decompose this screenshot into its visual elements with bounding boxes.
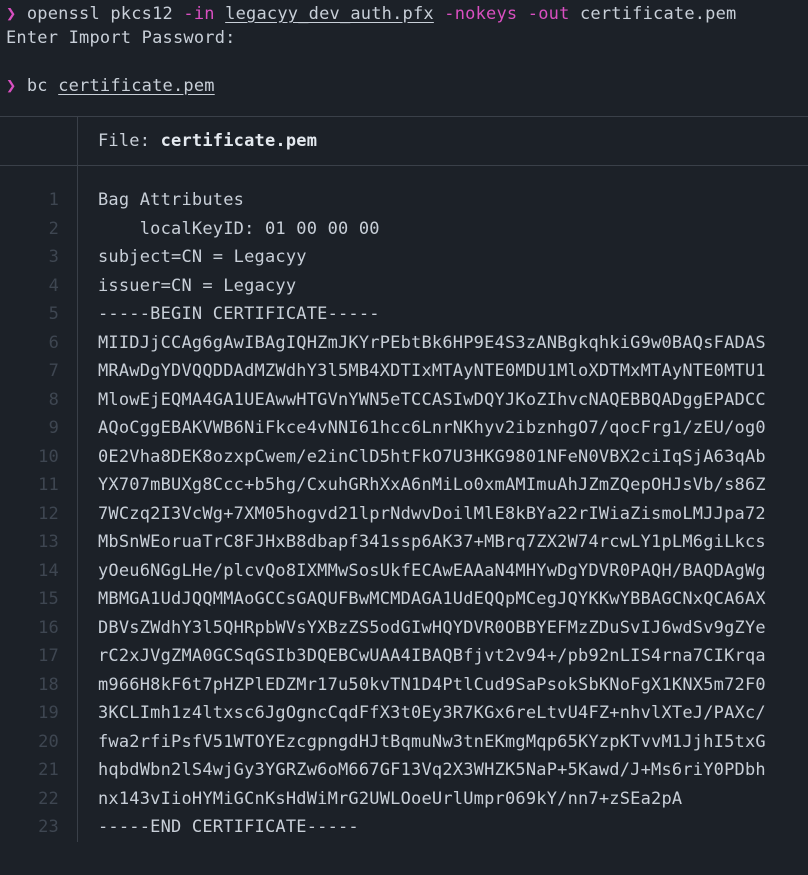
code-line: MbSnWEoruaTrC8FJHxB8dbapf341ssp6AK37+MBr…	[98, 528, 766, 557]
code-line: m966H8kF6t7pHZPlEDZMr17u50kvTN1D4PtlCud9…	[98, 671, 766, 700]
code-line: MIIDJjCCAg6gAwIBAgIQHZmJKYrPEbtBk6HP9E4S…	[98, 329, 766, 358]
code-line: Bag Attributes	[98, 186, 766, 215]
file-content: Bag Attributes localKeyID: 01 00 00 00 s…	[78, 166, 766, 842]
line-number: 20	[0, 728, 77, 757]
flag-nokeys: -nokeys	[444, 4, 517, 24]
code-line: 3KCLImh1z4ltxsc6JgOgncCqdFfX3t0Ey3R7KGx6…	[98, 699, 766, 728]
flag-in: -in	[183, 4, 214, 24]
code-line: DBVsZWdhY3l5QHRpbWVsYXBzZS5odGIwHQYDVR0O…	[98, 614, 766, 643]
line-number: 12	[0, 500, 77, 529]
file-name: certificate.pem	[161, 131, 318, 151]
arg-pem-file: certificate.pem	[58, 76, 215, 96]
code-line: issuer=CN = Legacyy	[98, 272, 766, 301]
code-line: MBMGA1UdJQQMMAoGCCsGAQUFBwMCMDAGA1UdEQQp…	[98, 585, 766, 614]
cmd-pkcs12: pkcs12	[110, 4, 173, 24]
openssl-password-prompt: Enter Import Password:	[6, 26, 802, 50]
command-line-2: ❯ bc certificate.pem	[6, 74, 802, 98]
line-number: 14	[0, 557, 77, 586]
line-number: 5	[0, 300, 77, 329]
line-number: 22	[0, 785, 77, 814]
line-number: 6	[0, 329, 77, 358]
line-number: 9	[0, 414, 77, 443]
line-number: 16	[0, 614, 77, 643]
line-number: 15	[0, 585, 77, 614]
code-line: 0E2Vha8DEK8ozxpCwem/e2inClD5htFkO7U3HKG9…	[98, 443, 766, 472]
line-number: 19	[0, 699, 77, 728]
cmd-openssl: openssl	[27, 4, 100, 24]
code-line: nx143vIioHYMiGCnKsHdWiMrG2UWLOoeUrlUmpr0…	[98, 785, 766, 814]
code-line: localKeyID: 01 00 00 00	[98, 215, 766, 244]
code-line: fwa2rfiPsfV51WTOYEzcgpngdHJtBqmuNw3tnEKm…	[98, 728, 766, 757]
file-label: File:	[98, 131, 161, 151]
line-number: 17	[0, 642, 77, 671]
prompt-symbol: ❯	[6, 4, 16, 24]
code-line: rC2xJVgZMA0GCSqGSIb3DQEBCwUAA4IBAQBfjvt2…	[98, 642, 766, 671]
line-number: 8	[0, 386, 77, 415]
line-number: 11	[0, 471, 77, 500]
viewer-title: File: certificate.pem	[78, 117, 317, 165]
code-line: 7WCzq2I3VcWg+7XM05hogvd21lprNdwvDoilMlE8…	[98, 500, 766, 529]
line-number: 3	[0, 243, 77, 272]
arg-pem-out: certificate.pem	[580, 4, 737, 24]
cmd-bc: bc	[27, 76, 48, 96]
code-line: -----END CERTIFICATE-----	[98, 813, 766, 842]
file-viewer: File: certificate.pem 123456789101112131…	[0, 116, 808, 842]
code-line: AQoCggEBAKVWB6NiFkce4vNNI61hcc6LnrNKhyv2…	[98, 414, 766, 443]
code-line: yOeu6NGgLHe/plcvQo8IXMMwSosUkfECAwEAAaN4…	[98, 557, 766, 586]
viewer-header: File: certificate.pem	[0, 116, 808, 166]
line-number: 2	[0, 215, 77, 244]
line-number: 4	[0, 272, 77, 301]
code-line: MRAwDgYDVQQDDAdMZWdhY3l5MB4XDTIxMTAyNTE0…	[98, 357, 766, 386]
line-number: 18	[0, 671, 77, 700]
viewer-body: 1234567891011121314151617181920212223 Ba…	[0, 166, 808, 842]
code-line: hqbdWbn2lS4wjGy3YGRZw6oM667GF13Vq2X3WHZK…	[98, 756, 766, 785]
prompt-symbol: ❯	[6, 76, 16, 96]
code-line: MlowEjEQMA4GA1UEAwwHTGVnYWN5eTCCASIwDQYJ…	[98, 386, 766, 415]
flag-out: -out	[528, 4, 570, 24]
line-number: 21	[0, 756, 77, 785]
arg-pfx-file: legacyy_dev_auth.pfx	[225, 4, 434, 24]
code-line: -----BEGIN CERTIFICATE-----	[98, 300, 766, 329]
line-number: 10	[0, 443, 77, 472]
line-number: 23	[0, 813, 77, 842]
command-line-1: ❯ openssl pkcs12 -in legacyy_dev_auth.pf…	[6, 2, 802, 26]
line-number-gutter: 1234567891011121314151617181920212223	[0, 166, 78, 842]
code-line: YX707mBUXg8Ccc+b5hg/CxuhGRhXxA6nMiLo0xmA…	[98, 471, 766, 500]
line-number: 13	[0, 528, 77, 557]
gutter-header-stub	[0, 117, 78, 165]
terminal-area: ❯ openssl pkcs12 -in legacyy_dev_auth.pf…	[0, 0, 808, 98]
line-number: 7	[0, 357, 77, 386]
line-number: 1	[0, 186, 77, 215]
code-line: subject=CN = Legacyy	[98, 243, 766, 272]
